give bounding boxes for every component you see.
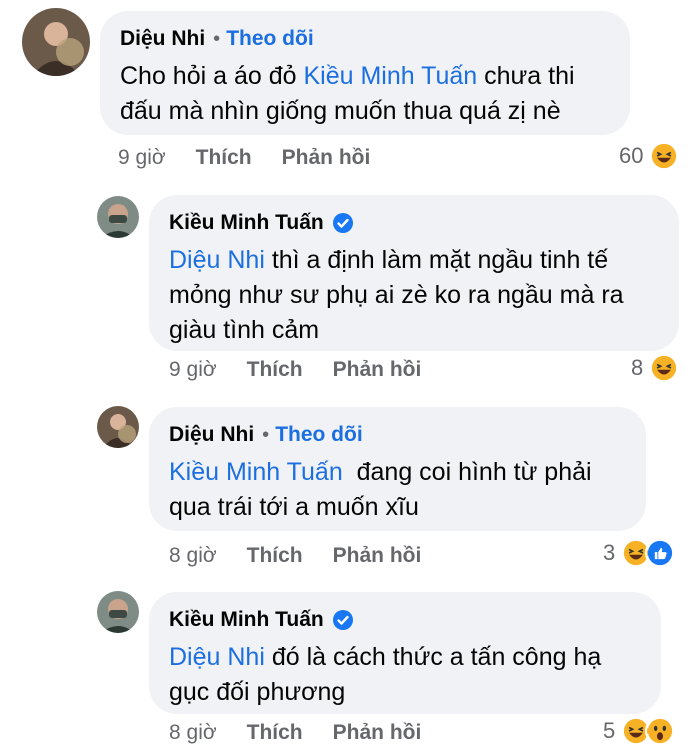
like-icon <box>645 538 676 568</box>
reaction-count: 3 <box>603 540 616 565</box>
comment-text: Cho hỏi a áo đỏ Kiều Minh Tuấn chưa thi … <box>120 62 575 125</box>
comment-actions: 9 giờ Thích Phản hồi <box>118 146 370 170</box>
comment-text: Diệu Nhi thì a định làm mặt ngầu tinh tế… <box>169 246 624 344</box>
reaction-summary[interactable]: 3 <box>603 538 676 568</box>
separator-dot: • <box>213 27 221 50</box>
follow-button[interactable]: Theo dõi <box>275 423 363 447</box>
verified-badge-icon <box>332 609 354 631</box>
reaction-summary[interactable]: 5 <box>603 716 676 746</box>
timestamp[interactable]: 8 giờ <box>169 544 217 568</box>
comment-text: Kiều Minh Tuấn đang coi hình từ phải qua… <box>169 458 592 521</box>
reaction-summary[interactable]: 60 <box>619 141 680 171</box>
reaction-count: 5 <box>603 718 616 743</box>
timestamp[interactable]: 9 giờ <box>169 358 217 382</box>
separator-dot: • <box>262 423 270 446</box>
reply-button[interactable]: Phản hồi <box>333 721 422 745</box>
mention-link[interactable]: Kiều Minh Tuấn <box>303 62 477 90</box>
comment-text: Diệu Nhi đó là cách thức a tấn công hạ g… <box>169 643 602 706</box>
comment-author[interactable]: Kiều Minh Tuấn <box>169 608 324 632</box>
comment-bubble: Diệu Nhi • Theo dõi Cho hỏi a áo đỏ Kiều… <box>100 11 630 135</box>
mention-link[interactable]: Diệu Nhi <box>169 246 265 274</box>
follow-button[interactable]: Theo dõi <box>226 27 314 51</box>
comment-bubble: Diệu Nhi • Theo dõi Kiều Minh Tuấn đang … <box>149 407 646 531</box>
avatar-dieu-nhi[interactable] <box>97 406 139 448</box>
verified-badge-icon <box>332 212 354 234</box>
comment-bubble: Kiều Minh Tuấn Diệu Nhi đó là cách thức … <box>149 592 661 714</box>
comment-author[interactable]: Diệu Nhi <box>169 423 254 447</box>
wow-icon <box>645 716 676 746</box>
like-button[interactable]: Thích <box>247 358 303 382</box>
haha-icon <box>649 141 680 171</box>
haha-icon <box>649 353 680 383</box>
reaction-count: 8 <box>631 355 644 380</box>
comment-actions: 8 giờ Thích Phản hồi <box>169 721 421 745</box>
comment-actions: 8 giờ Thích Phản hồi <box>169 544 421 568</box>
mention-link[interactable]: Kiều Minh Tuấn <box>169 458 343 486</box>
timestamp[interactable]: 9 giờ <box>118 146 166 170</box>
mention-link[interactable]: Diệu Nhi <box>169 643 265 671</box>
reaction-summary[interactable]: 8 <box>631 353 680 383</box>
reaction-count: 60 <box>619 143 644 168</box>
reply-button[interactable]: Phản hồi <box>282 146 371 170</box>
like-button[interactable]: Thích <box>247 544 303 568</box>
reply-button[interactable]: Phản hồi <box>333 544 422 568</box>
reply-button[interactable]: Phản hồi <box>333 358 422 382</box>
comment-actions: 9 giờ Thích Phản hồi <box>169 358 421 382</box>
avatar-kieu-minh-tuan[interactable] <box>97 591 139 633</box>
avatar-kieu-minh-tuan[interactable] <box>97 196 139 238</box>
comment-author[interactable]: Kiều Minh Tuấn <box>169 211 324 235</box>
like-button[interactable]: Thích <box>247 721 303 745</box>
like-button[interactable]: Thích <box>196 146 252 170</box>
comment-author[interactable]: Diệu Nhi <box>120 27 205 51</box>
avatar-dieu-nhi[interactable] <box>22 8 90 76</box>
comment-bubble: Kiều Minh Tuấn Diệu Nhi thì a định làm m… <box>149 195 679 351</box>
timestamp[interactable]: 8 giờ <box>169 721 217 745</box>
